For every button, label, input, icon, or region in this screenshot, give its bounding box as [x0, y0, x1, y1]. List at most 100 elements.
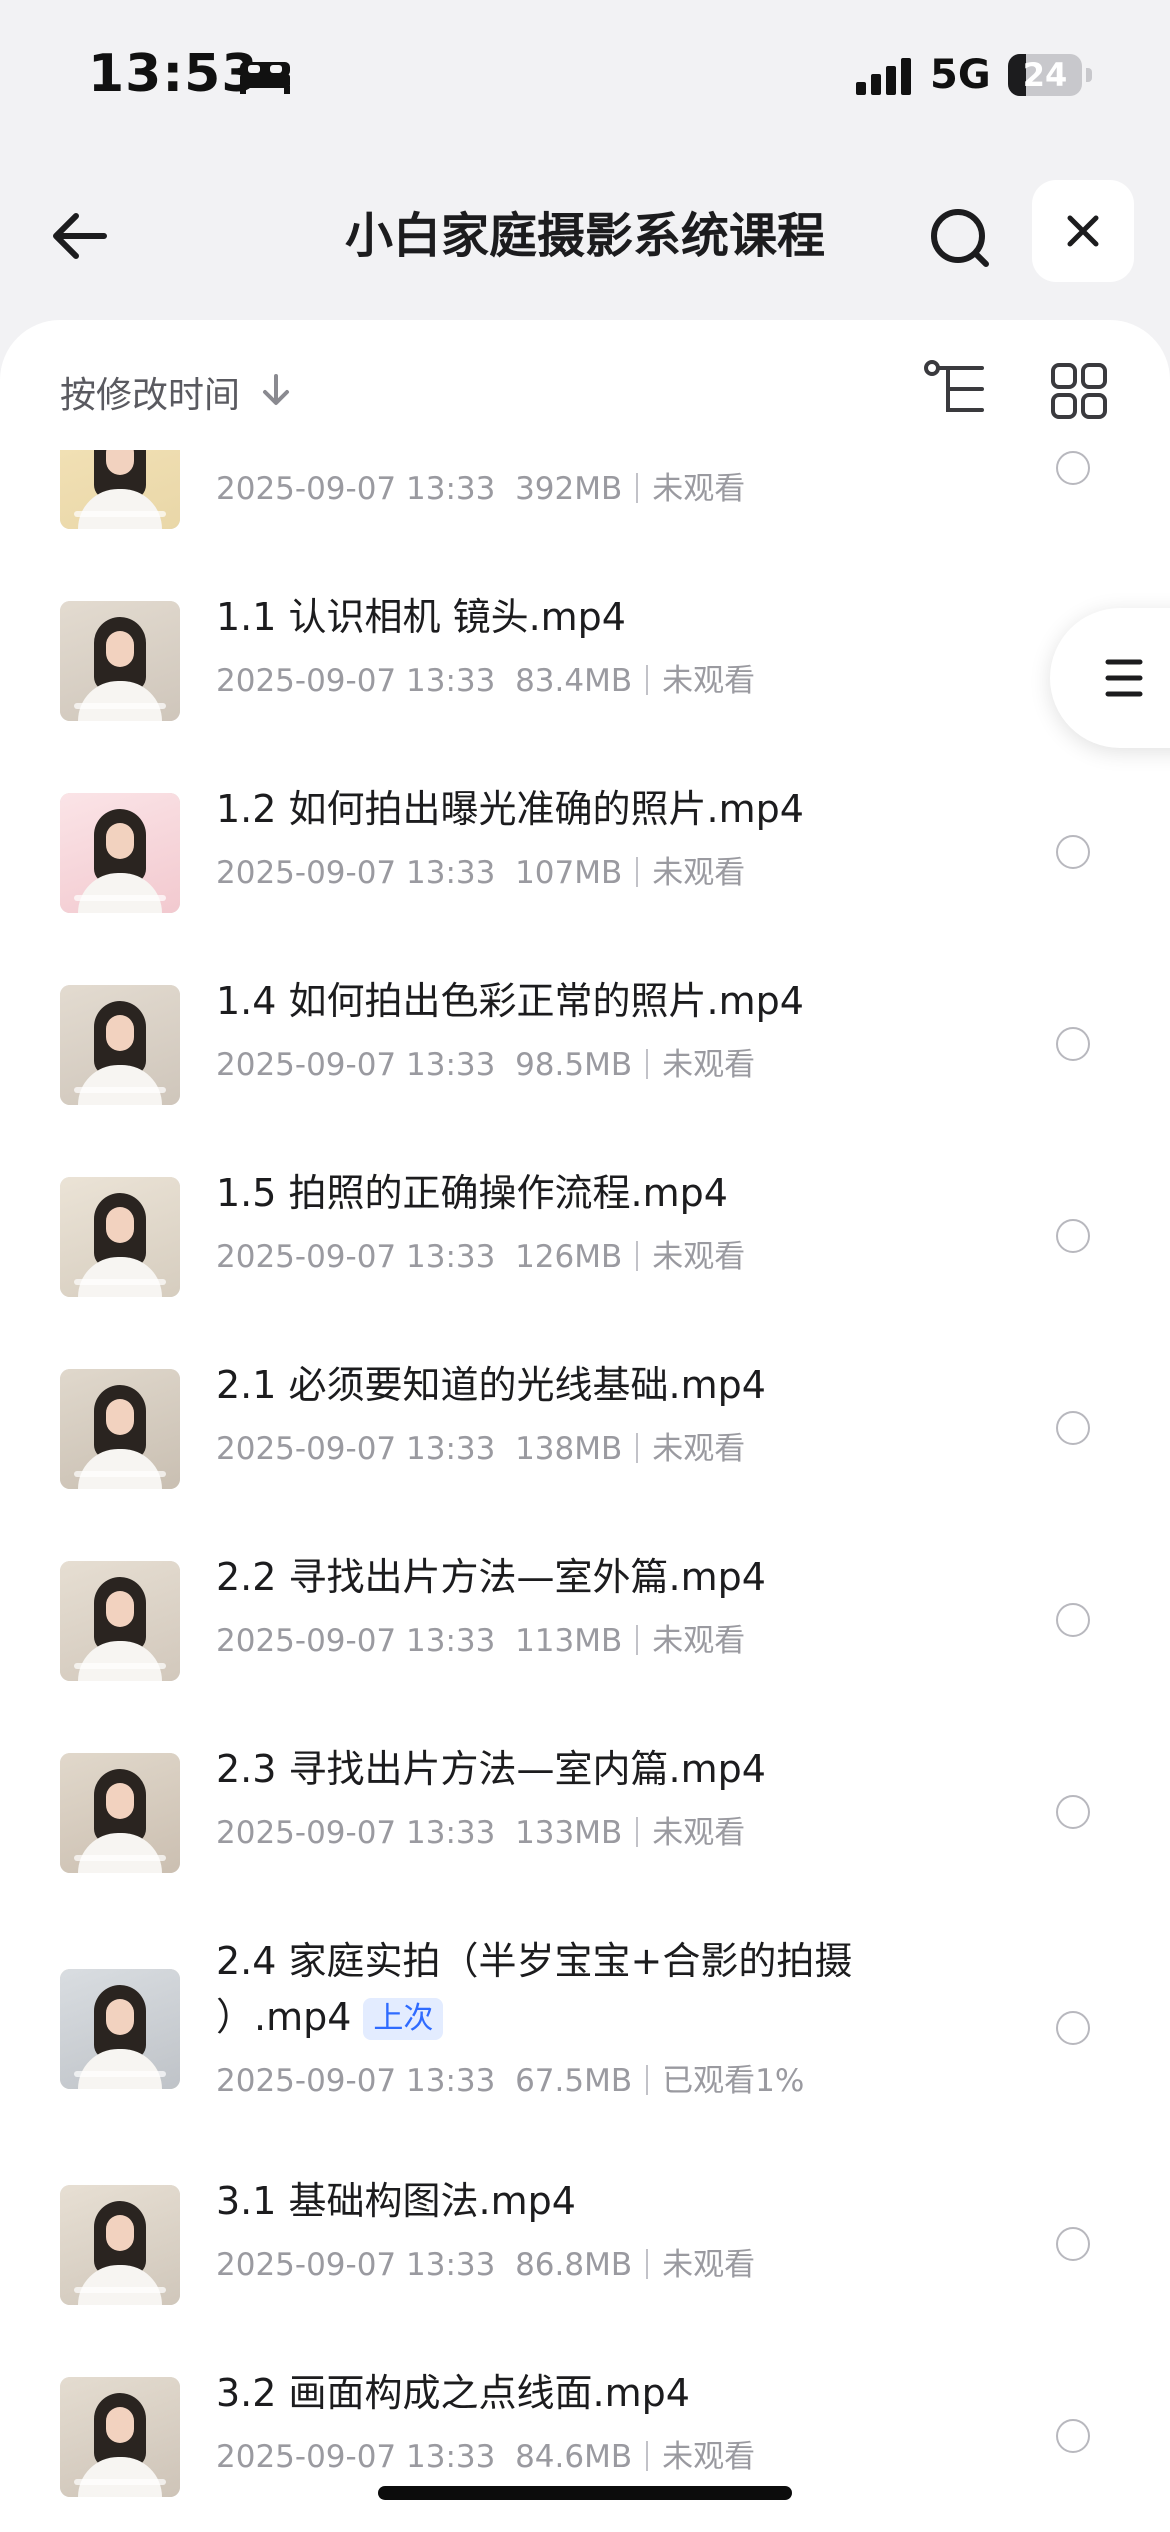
sort-toolbar: 按修改时间: [0, 320, 1170, 450]
list-item[interactable]: 1.1 认识相机 镜头.mp4 2025-09-07 13:33 83.4MB 未…: [0, 565, 1170, 757]
file-date: 2025-09-07 13:33: [216, 2439, 496, 2475]
list-item[interactable]: 3.2 画面构成之点线面.mp4 2025-09-07 13:33 84.6MB…: [0, 2341, 1170, 2532]
file-name: 2.2 寻找出片方法—室外篇.mp4: [216, 1555, 766, 1599]
file-size: 67.5MB: [515, 2063, 633, 2099]
select-radio[interactable]: [1056, 1795, 1090, 1829]
list-item[interactable]: 2.4 家庭实拍（半岁宝宝+合影的拍摄 ）.mp4 上次 2025-09-07 1…: [0, 1909, 1170, 2149]
network-type: 5G: [930, 52, 991, 98]
watch-status: 已观看1%: [662, 2063, 805, 2099]
file-meta: 2025-09-07 13:33 113MB 未观看: [216, 1615, 745, 1660]
select-radio[interactable]: [1056, 2419, 1090, 2453]
video-thumbnail: [60, 2377, 180, 2497]
file-list: 0.1故事从这里开始–开营直播.mp4 2025-09-07 13:33 392…: [0, 450, 1170, 2532]
watch-status: 未观看: [652, 855, 746, 891]
sort-down-arrow-icon[interactable]: [256, 370, 296, 410]
file-date: 2025-09-07 13:33: [216, 855, 496, 891]
file-date: 2025-09-07 13:33: [216, 1047, 496, 1083]
watch-status: 未观看: [662, 663, 756, 699]
file-date: 2025-09-07 13:33: [216, 471, 496, 507]
page-title: 小白家庭摄影系统课程: [344, 208, 825, 264]
battery-icon: 24: [1008, 54, 1092, 98]
file-title: 1.1 认识相机 镜头.mp4: [216, 589, 896, 645]
file-date: 2025-09-07 13:33: [216, 1239, 496, 1275]
file-meta: 2025-09-07 13:33 83.4MB 未观看: [216, 655, 755, 700]
file-size: 126MB: [515, 1239, 623, 1275]
video-thumbnail: [60, 1177, 180, 1297]
list-item[interactable]: 1.2 如何拍出曝光准确的照片.mp4 2025-09-07 13:33 107…: [0, 757, 1170, 949]
menu-lines-icon: [1105, 659, 1143, 697]
file-title: 1.5 拍照的正确操作流程.mp4: [216, 1165, 896, 1221]
file-date: 2025-09-07 13:33: [216, 1431, 496, 1467]
file-name: 3.1 基础构图法.mp4: [216, 2179, 576, 2223]
watch-status: 未观看: [652, 1623, 746, 1659]
status-bar: 13:53 5G 24: [0, 0, 1170, 150]
file-meta: 2025-09-07 13:33 138MB 未观看: [216, 1423, 745, 1468]
file-date: 2025-09-07 13:33: [216, 1815, 496, 1851]
file-meta: 2025-09-07 13:33 107MB 未观看: [216, 847, 745, 892]
close-icon: [1067, 215, 1099, 247]
bed-icon: [240, 62, 290, 94]
list-item[interactable]: 1.5 拍照的正确操作流程.mp4 2025-09-07 13:33 126MB…: [0, 1141, 1170, 1333]
video-thumbnail: [60, 985, 180, 1105]
file-size: 107MB: [515, 855, 623, 891]
watch-status: 未观看: [662, 2247, 756, 2283]
file-size: 133MB: [515, 1815, 623, 1851]
file-size: 392MB: [515, 471, 623, 507]
file-meta: 2025-09-07 13:33 67.5MB 已观看1%: [216, 2055, 804, 2100]
file-name: 3.2 画面构成之点线面.mp4: [216, 2371, 690, 2415]
status-time: 13:53: [88, 44, 259, 104]
file-size: 83.4MB: [515, 663, 633, 699]
list-item[interactable]: 2.1 必须要知道的光线基础.mp4 2025-09-07 13:33 138M…: [0, 1333, 1170, 1525]
file-title: 1.2 如何拍出曝光准确的照片.mp4: [216, 781, 896, 837]
file-meta: 2025-09-07 13:33 133MB 未观看: [216, 1807, 745, 1852]
video-thumbnail: [60, 1753, 180, 1873]
list-item[interactable]: 2.2 寻找出片方法—室外篇.mp4 2025-09-07 13:33 113M…: [0, 1525, 1170, 1717]
video-thumbnail: [60, 2185, 180, 2305]
file-meta: 2025-09-07 13:33 126MB 未观看: [216, 1231, 745, 1276]
file-name: 2.4 家庭实拍（半岁宝宝+合影的拍摄 ）.mp4: [216, 1939, 853, 2039]
grid-view-icon[interactable]: [1050, 362, 1108, 420]
battery-level: 24: [1022, 56, 1068, 94]
file-title: 1.4 如何拍出色彩正常的照片.mp4: [216, 973, 896, 1029]
sort-by-modified-button[interactable]: 按修改时间: [60, 366, 240, 418]
file-date: 2025-09-07 13:33: [216, 663, 496, 699]
video-thumbnail: [60, 1561, 180, 1681]
list-item[interactable]: 1.4 如何拍出色彩正常的照片.mp4 2025-09-07 13:33 98.…: [0, 949, 1170, 1141]
watch-status: 未观看: [652, 1815, 746, 1851]
select-radio[interactable]: [1056, 451, 1090, 485]
file-panel: 按修改时间 0.1故事从这里开始–开营直播.mp4 2025-09-07: [0, 320, 1170, 2532]
file-date: 2025-09-07 13:33: [216, 2063, 496, 2099]
file-name: 1.5 拍照的正确操作流程.mp4: [216, 1171, 728, 1215]
close-button[interactable]: [1032, 180, 1134, 282]
file-title: 2.1 必须要知道的光线基础.mp4: [216, 1357, 896, 1413]
file-title: 2.3 寻找出片方法—室内篇.mp4: [216, 1741, 896, 1797]
select-radio[interactable]: [1056, 1219, 1090, 1253]
file-size: 86.8MB: [515, 2247, 633, 2283]
file-size: 98.5MB: [515, 1047, 633, 1083]
tree-view-icon[interactable]: [922, 358, 992, 420]
select-radio[interactable]: [1056, 2227, 1090, 2261]
file-title: 2.2 寻找出片方法—室外篇.mp4: [216, 1549, 896, 1605]
video-thumbnail: [60, 793, 180, 913]
file-name: 1.1 认识相机 镜头.mp4: [216, 595, 626, 639]
last-watched-badge: 上次: [363, 1998, 444, 2040]
select-radio[interactable]: [1056, 1027, 1090, 1061]
list-item[interactable]: 2.3 寻找出片方法—室内篇.mp4 2025-09-07 13:33 133M…: [0, 1717, 1170, 1909]
select-radio[interactable]: [1056, 2011, 1090, 2045]
nav-bar: 小白家庭摄影系统课程: [0, 170, 1170, 300]
list-item[interactable]: 0.1故事从这里开始–开营直播.mp4 2025-09-07 13:33 392…: [0, 450, 1170, 565]
file-meta: 2025-09-07 13:33 98.5MB 未观看: [216, 1039, 755, 1084]
select-radio[interactable]: [1056, 1411, 1090, 1445]
search-icon[interactable]: [920, 198, 1000, 278]
select-radio[interactable]: [1056, 835, 1090, 869]
select-radio[interactable]: [1056, 1603, 1090, 1637]
file-name: 2.3 寻找出片方法—室内篇.mp4: [216, 1747, 766, 1791]
list-item[interactable]: 3.1 基础构图法.mp4 2025-09-07 13:33 86.8MB 未观看: [0, 2149, 1170, 2341]
file-name: 2.1 必须要知道的光线基础.mp4: [216, 1363, 766, 1407]
video-thumbnail: [60, 1969, 180, 2089]
back-arrow-icon[interactable]: [44, 200, 116, 272]
file-date: 2025-09-07 13:33: [216, 1623, 496, 1659]
watch-status: 未观看: [652, 1239, 746, 1275]
file-meta: 2025-09-07 13:33 86.8MB 未观看: [216, 2239, 755, 2284]
file-name: 1.2 如何拍出曝光准确的照片.mp4: [216, 787, 804, 831]
